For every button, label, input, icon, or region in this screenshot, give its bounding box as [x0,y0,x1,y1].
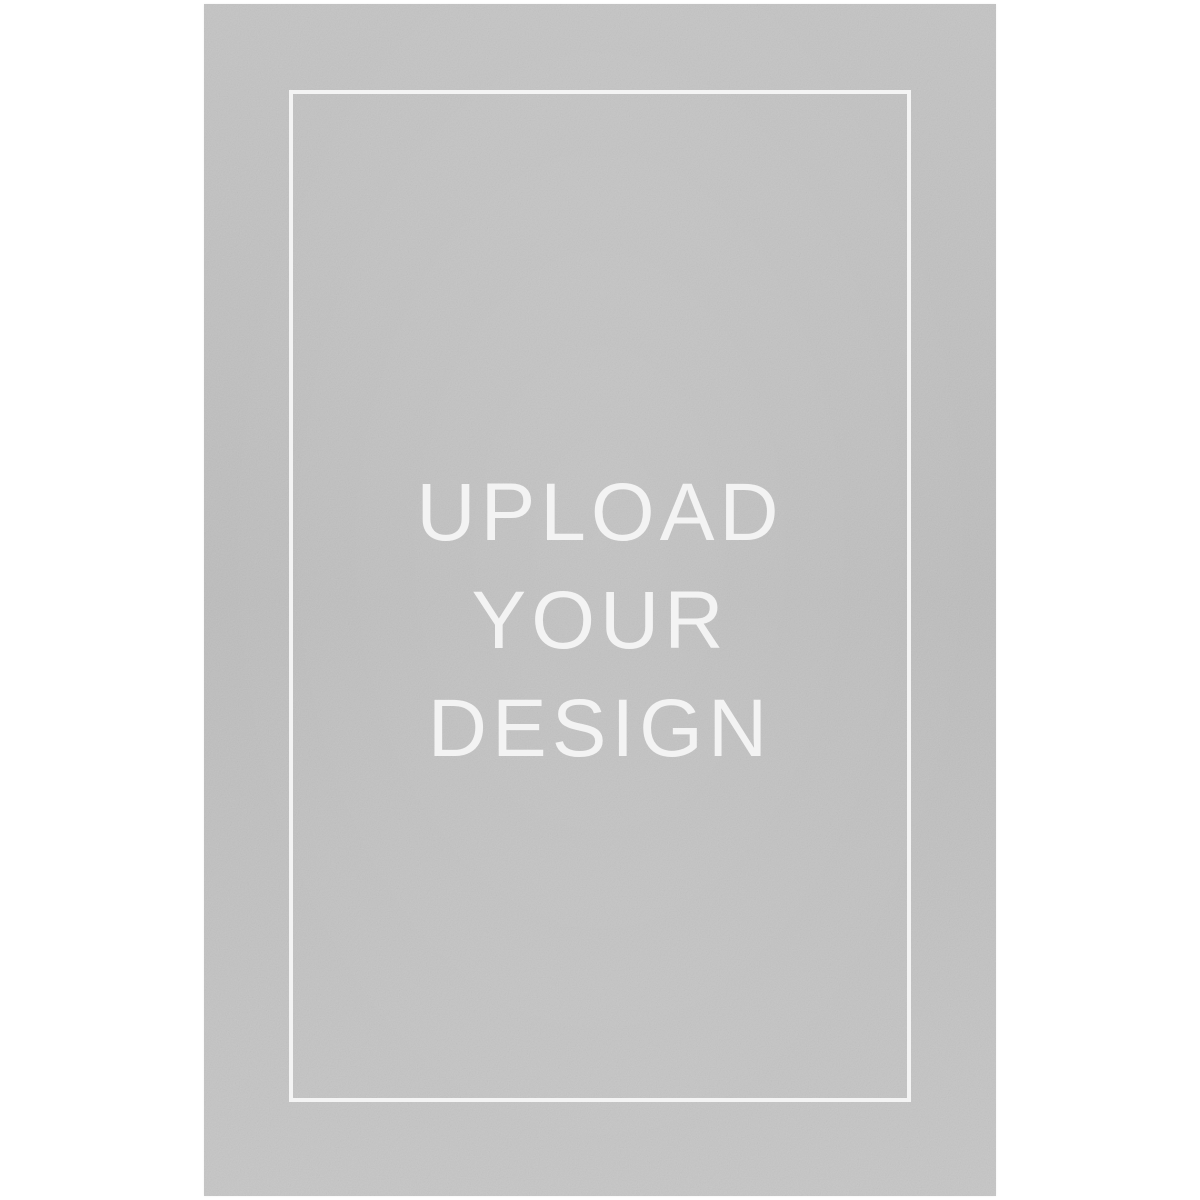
placeholder-line-2: YOUR [471,575,729,666]
placeholder-line-1: UPLOAD [416,467,784,558]
card-preview[interactable]: UPLOAD YOUR DESIGN [204,4,996,1196]
upload-your-design-placeholder[interactable]: UPLOAD YOUR DESIGN [204,459,996,783]
placeholder-line-3: DESIGN [427,683,773,774]
canvas: UPLOAD YOUR DESIGN [0,0,1200,1200]
